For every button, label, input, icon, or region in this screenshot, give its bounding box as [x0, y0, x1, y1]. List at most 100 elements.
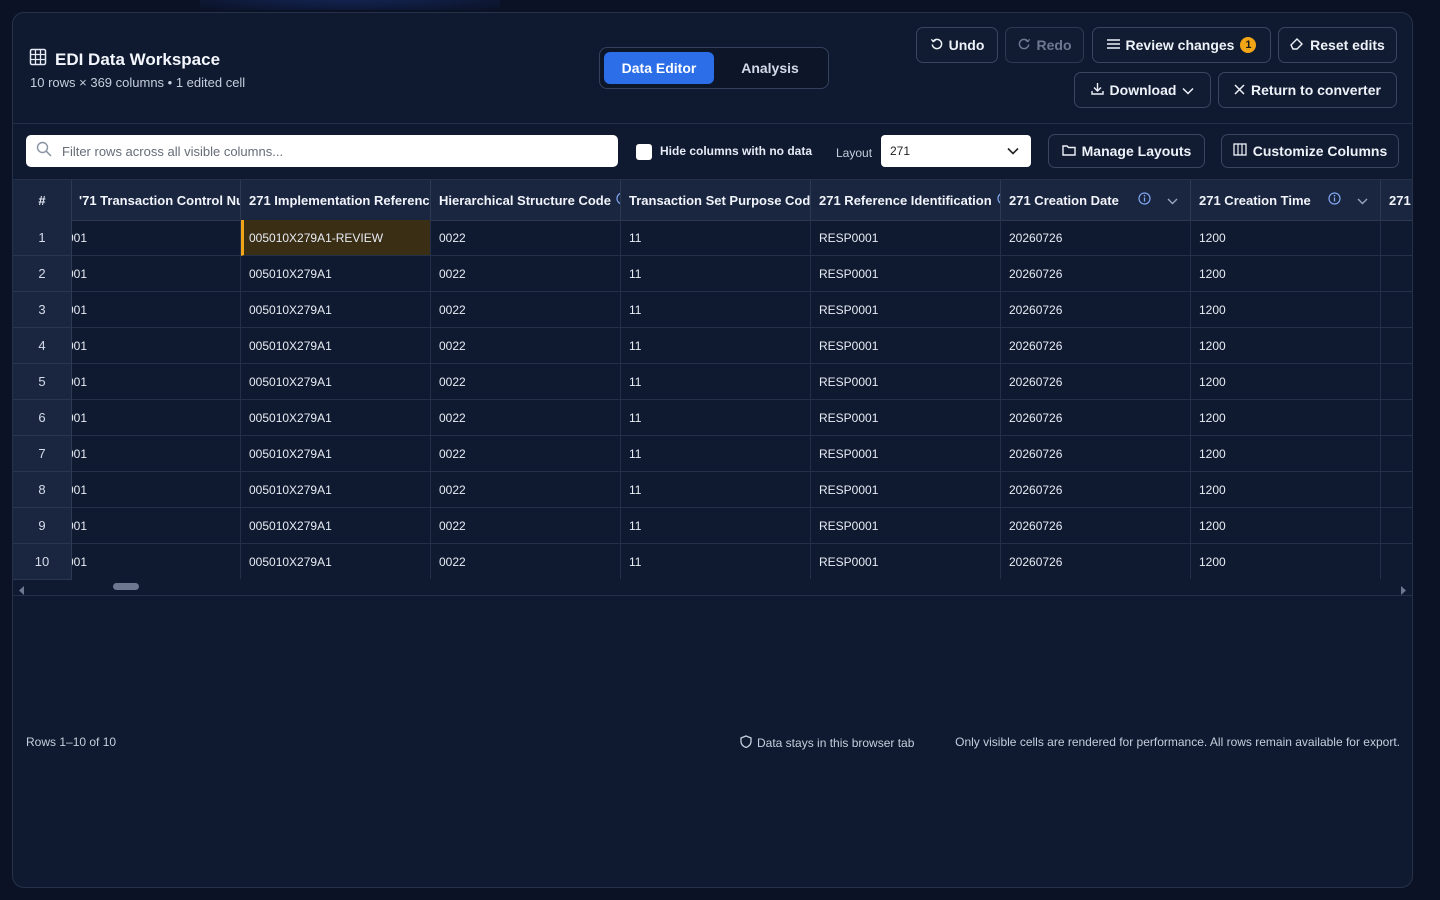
column-header[interactable]: Transaction Set Purpose Code	[621, 180, 811, 220]
table-cell[interactable]: 0022	[431, 292, 621, 328]
table-cell[interactable]: 20260726	[1001, 436, 1191, 472]
table-cell[interactable]: 1200	[1191, 508, 1381, 544]
table-cell[interactable]: 20260726	[1001, 220, 1191, 256]
manage-layouts-button[interactable]: Manage Layouts	[1048, 134, 1205, 168]
table-cell[interactable]: 11	[621, 220, 811, 256]
table-cell[interactable]: 1200	[1191, 256, 1381, 292]
table-cell[interactable]: 005010X279A1	[241, 472, 431, 508]
redo-button[interactable]: Redo	[1005, 27, 1084, 63]
download-button[interactable]: Download	[1074, 72, 1211, 108]
chevron-down-icon[interactable]	[1167, 193, 1178, 208]
table-cell[interactable]: 1200	[1191, 436, 1381, 472]
table-cell[interactable]: 11	[621, 364, 811, 400]
column-header[interactable]: 271 Creation Date	[1001, 180, 1191, 220]
column-header[interactable]: '71 Transaction Control Numb	[71, 180, 241, 220]
table-cell[interactable]: 0022	[431, 508, 621, 544]
chevron-down-icon[interactable]	[1357, 193, 1368, 208]
customize-columns-button[interactable]: Customize Columns	[1221, 134, 1399, 168]
layout-select[interactable]: 271	[881, 135, 1031, 167]
edited-cell[interactable]: 005010X279A1-REVIEW	[241, 220, 431, 256]
table-cell[interactable]: 001	[71, 256, 241, 292]
table-cell[interactable]: 20260726	[1001, 400, 1191, 436]
tab-data-editor[interactable]: Data Editor	[604, 52, 714, 84]
table-cell[interactable]: 0022	[431, 544, 621, 580]
scrollbar-thumb[interactable]	[113, 583, 139, 590]
table-cell[interactable]: 005010X279A1	[241, 508, 431, 544]
table-cell[interactable]: RESP0001	[811, 436, 1001, 472]
table-cell[interactable]: RESP0001	[811, 400, 1001, 436]
table-cell[interactable]	[1381, 508, 1412, 544]
table-cell[interactable]: 001	[71, 292, 241, 328]
table-cell[interactable]: 20260726	[1001, 508, 1191, 544]
table-cell[interactable]: 1200	[1191, 400, 1381, 436]
table-cell[interactable]: 0022	[431, 400, 621, 436]
table-cell[interactable]: 0022	[431, 256, 621, 292]
table-cell[interactable]: 20260726	[1001, 472, 1191, 508]
table-cell[interactable]: 0022	[431, 472, 621, 508]
table-cell[interactable]: 0022	[431, 364, 621, 400]
table-cell[interactable]: RESP0001	[811, 364, 1001, 400]
table-cell[interactable]	[1381, 256, 1412, 292]
hide-empty-columns-checkbox[interactable]	[636, 144, 652, 160]
table-cell[interactable]: 001	[71, 544, 241, 580]
table-cell[interactable]	[1381, 436, 1412, 472]
table-cell[interactable]: RESP0001	[811, 220, 1001, 256]
table-cell[interactable]: 0022	[431, 436, 621, 472]
table-cell[interactable]	[1381, 292, 1412, 328]
table-cell[interactable]: 11	[621, 256, 811, 292]
table-cell[interactable]: RESP0001	[811, 544, 1001, 580]
table-cell[interactable]: RESP0001	[811, 508, 1001, 544]
table-cell[interactable]: RESP0001	[811, 292, 1001, 328]
table-cell[interactable]: 001	[71, 508, 241, 544]
table-cell[interactable]: RESP0001	[811, 328, 1001, 364]
undo-button[interactable]: Undo	[916, 27, 998, 63]
table-cell[interactable]: 1200	[1191, 220, 1381, 256]
table-cell[interactable]: 005010X279A1	[241, 256, 431, 292]
column-header[interactable]: Hierarchical Structure Code	[431, 180, 621, 220]
table-cell[interactable]: 20260726	[1001, 292, 1191, 328]
column-header[interactable]: 271 Implementation Reference	[241, 180, 431, 220]
table-cell[interactable]: 20260726	[1001, 256, 1191, 292]
table-cell[interactable]: RESP0001	[811, 472, 1001, 508]
return-to-converter-button[interactable]: Return to converter	[1218, 72, 1397, 108]
table-cell[interactable]: 1200	[1191, 472, 1381, 508]
table-cell[interactable]: 1200	[1191, 292, 1381, 328]
table-cell[interactable]: 001	[71, 472, 241, 508]
table-cell[interactable]: 001	[71, 364, 241, 400]
column-header[interactable]: 271	[1381, 180, 1412, 220]
table-cell[interactable]: 11	[621, 508, 811, 544]
table-cell[interactable]	[1381, 364, 1412, 400]
table-cell[interactable]: 11	[621, 328, 811, 364]
table-cell[interactable]: 005010X279A1	[241, 400, 431, 436]
scroll-right-icon[interactable]	[1400, 582, 1406, 600]
review-changes-button[interactable]: Review changes 1	[1092, 27, 1271, 63]
table-cell[interactable]: 1200	[1191, 364, 1381, 400]
tab-analysis[interactable]: Analysis	[718, 52, 822, 84]
table-cell[interactable]: RESP0001	[811, 256, 1001, 292]
table-cell[interactable]: 005010X279A1	[241, 436, 431, 472]
horizontal-scrollbar[interactable]	[13, 579, 1412, 596]
table-cell[interactable]: 11	[621, 400, 811, 436]
table-cell[interactable]: 1200	[1191, 328, 1381, 364]
table-cell[interactable]	[1381, 544, 1412, 580]
table-cell[interactable]: 001	[71, 400, 241, 436]
table-cell[interactable]: 0022	[431, 328, 621, 364]
table-cell[interactable]: 001	[71, 436, 241, 472]
info-icon[interactable]	[1328, 192, 1341, 208]
table-cell[interactable]: 0022	[431, 220, 621, 256]
table-cell[interactable]: 11	[621, 544, 811, 580]
filter-rows-input[interactable]	[60, 142, 604, 160]
table-cell[interactable]	[1381, 220, 1412, 256]
table-cell[interactable]: 20260726	[1001, 364, 1191, 400]
table-cell[interactable]: 1200	[1191, 544, 1381, 580]
table-cell[interactable]	[1381, 472, 1412, 508]
table-cell[interactable]: 20260726	[1001, 328, 1191, 364]
reset-edits-button[interactable]: Reset edits	[1278, 27, 1397, 63]
table-cell[interactable]	[1381, 328, 1412, 364]
table-cell[interactable]: 005010X279A1	[241, 364, 431, 400]
table-cell[interactable]: 005010X279A1	[241, 544, 431, 580]
table-cell[interactable]: 005010X279A1	[241, 292, 431, 328]
scroll-left-icon[interactable]	[19, 582, 25, 600]
column-header[interactable]: 271 Creation Time	[1191, 180, 1381, 220]
table-cell[interactable]: 20260726	[1001, 544, 1191, 580]
